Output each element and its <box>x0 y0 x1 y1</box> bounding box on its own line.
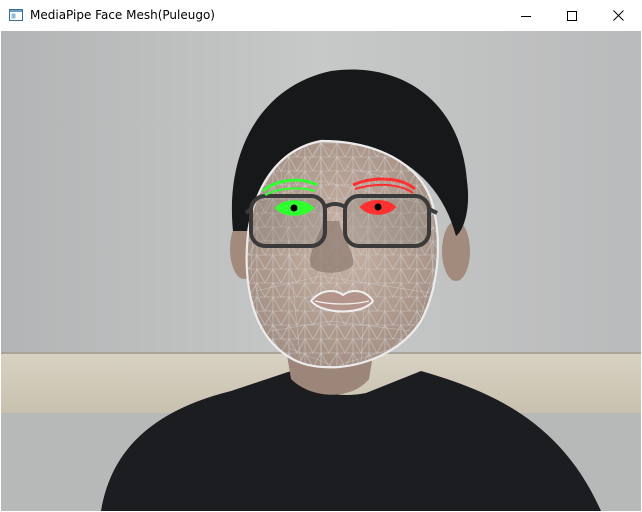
lips-landmarks <box>309 290 375 313</box>
maximize-button[interactable] <box>549 0 595 31</box>
close-button[interactable] <box>595 0 641 31</box>
minimize-icon <box>521 15 531 17</box>
close-icon <box>612 10 624 21</box>
app-window: MediaPipe Face Mesh(Puleugo) <box>0 0 642 512</box>
app-window-icon <box>9 8 23 22</box>
camera-feed <box>1 31 641 511</box>
video-frame <box>1 31 641 511</box>
left-iris <box>290 204 298 212</box>
window-title: MediaPipe Face Mesh(Puleugo) <box>30 8 215 22</box>
maximize-icon <box>567 10 577 21</box>
minimize-button[interactable] <box>503 0 549 31</box>
title-bar[interactable]: MediaPipe Face Mesh(Puleugo) <box>0 0 642 31</box>
right-iris <box>374 203 382 211</box>
